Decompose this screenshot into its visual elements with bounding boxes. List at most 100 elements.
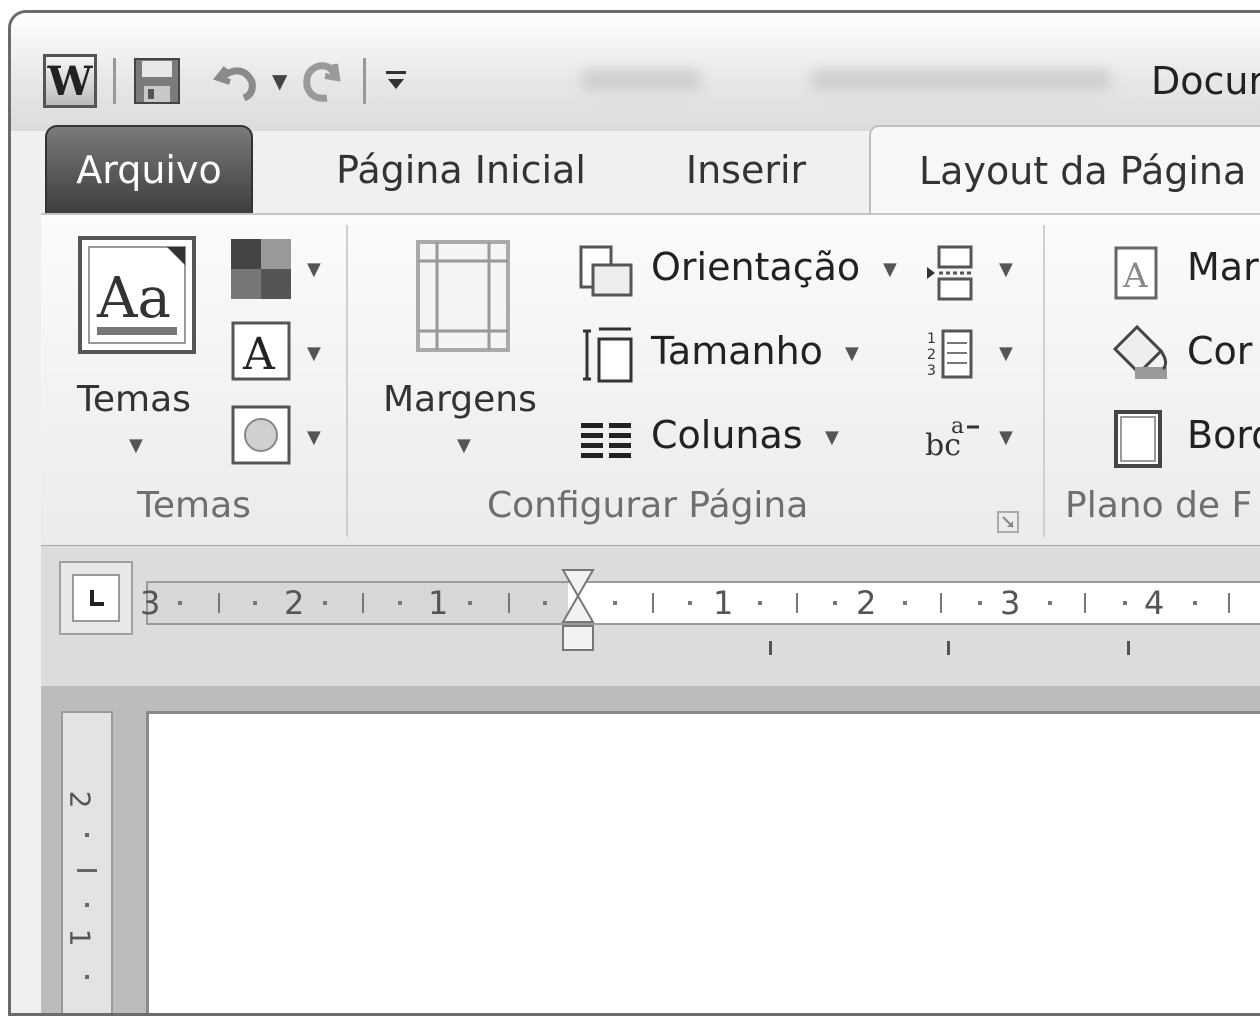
ruler-dot: [833, 601, 837, 605]
group-label-configurar-pagina: Configurar Página: [487, 485, 809, 526]
ruler-number: 2: [284, 584, 305, 622]
page-borders-icon[interactable]: [1113, 409, 1163, 469]
word-window: W ▼ Docur Arquivo Página Inicial Inserir…: [8, 10, 1260, 1016]
indent-marker-icon[interactable]: [561, 568, 595, 654]
vertical-ruler-number: 2: [63, 790, 97, 809]
save-icon[interactable]: [132, 56, 182, 106]
temas-dropdown-arrow[interactable]: ▼: [129, 435, 143, 456]
ruler-area: 3 2 1 1 2 3 4: [41, 546, 1260, 686]
colors-icon[interactable]: [231, 239, 291, 299]
group-label-plano-de-fundo: Plano de F: [1065, 485, 1253, 526]
ruler-dot: [398, 601, 402, 605]
orientacao-dropdown-arrow[interactable]: ▼: [883, 259, 897, 280]
colors-dropdown-arrow[interactable]: ▼: [307, 259, 321, 280]
margins-icon[interactable]: [415, 239, 511, 353]
vertical-ruler[interactable]: 2 1: [61, 711, 113, 1013]
marca-dagua-label[interactable]: Mar: [1187, 245, 1259, 289]
toolbar-separator: [363, 58, 367, 104]
ruler-dot: [1193, 601, 1197, 605]
ruler-tab-stop: [1127, 641, 1130, 655]
ruler-dot: [468, 601, 472, 605]
tab-pagina-inicial[interactable]: Página Inicial: [311, 125, 611, 215]
line-numbers-dropdown-arrow[interactable]: ▼: [999, 343, 1013, 364]
ruler-tick: [1228, 593, 1230, 613]
ruler-dot: [85, 903, 89, 907]
themes-icon[interactable]: Aa: [77, 235, 197, 355]
tab-selector-button[interactable]: [59, 561, 133, 635]
vertical-ruler-number: 1: [63, 928, 97, 947]
ruler-dot: [543, 601, 547, 605]
svg-text:Aa: Aa: [96, 266, 171, 331]
ruler-dot: [903, 601, 907, 605]
ruler-dot: [323, 601, 327, 605]
fonts-icon[interactable]: A: [231, 321, 291, 381]
hyphenation-dropdown-arrow[interactable]: ▼: [999, 427, 1013, 448]
tab-arquivo[interactable]: Arquivo: [45, 125, 253, 215]
ruler-tick: [218, 593, 220, 613]
colunas-label[interactable]: Colunas: [651, 413, 803, 457]
ruler-number: 4: [1144, 584, 1165, 622]
size-icon[interactable]: [581, 325, 637, 385]
colunas-dropdown-arrow[interactable]: ▼: [825, 427, 839, 448]
breaks-icon[interactable]: [925, 245, 975, 301]
orientacao-label[interactable]: Orientação: [651, 245, 860, 289]
word-app-icon[interactable]: W: [43, 54, 97, 108]
blurred-title-fragment: [811, 69, 1111, 91]
temas-button-label[interactable]: Temas: [77, 379, 191, 420]
horizontal-ruler[interactable]: 3 2 1 1 2 3 4: [140, 581, 1260, 625]
ruler-margin-shade: [148, 583, 568, 623]
ruler-tick: [796, 593, 798, 613]
customize-toolbar-icon[interactable]: [382, 61, 412, 101]
page-color-icon[interactable]: [1107, 323, 1171, 383]
bordas-de-pagina-label[interactable]: Bord: [1187, 413, 1260, 457]
page-setup-launcher-icon[interactable]: [997, 511, 1019, 533]
margens-dropdown-arrow[interactable]: ▼: [457, 435, 471, 456]
blurred-title-fragment: [581, 69, 701, 91]
ruler-dot: [85, 975, 89, 979]
svg-text:A: A: [242, 329, 276, 380]
ruler-number: 3: [140, 584, 161, 622]
svg-text:a: a: [951, 415, 964, 439]
orientation-icon[interactable]: [577, 245, 633, 301]
effects-dropdown-arrow[interactable]: ▼: [307, 427, 321, 448]
line-numbers-icon[interactable]: 1 2 3: [925, 327, 975, 383]
tamanho-dropdown-arrow[interactable]: ▼: [845, 343, 859, 364]
ruler-tab-stop: [947, 641, 950, 655]
ruler-tab-stop: [769, 641, 772, 655]
tab-inserir[interactable]: Inserir: [661, 125, 831, 215]
ruler-tick: [362, 593, 364, 613]
ruler-number: 3: [1000, 584, 1021, 622]
fonts-dropdown-arrow[interactable]: ▼: [307, 343, 321, 364]
group-label-temas: Temas: [137, 485, 251, 526]
ruler-dot: [1048, 601, 1052, 605]
title-bar: W ▼ Docur: [11, 13, 1260, 131]
ruler-dot: [978, 601, 982, 605]
document-area: 2 1: [41, 686, 1260, 1013]
redo-icon[interactable]: [297, 56, 347, 106]
ruler-dot: [688, 601, 692, 605]
tab-layout-da-pagina[interactable]: Layout da Página: [869, 125, 1260, 215]
columns-icon[interactable]: [581, 421, 633, 467]
ruler-tick: [508, 593, 510, 613]
svg-text:A: A: [1122, 256, 1148, 296]
ruler-dot: [85, 833, 89, 837]
left-tab-icon: [72, 574, 120, 622]
hyphenation-icon[interactable]: bc a: [925, 414, 981, 465]
ruler-number: 1: [713, 584, 734, 622]
effects-icon[interactable]: [231, 405, 291, 465]
tamanho-label[interactable]: Tamanho: [651, 329, 823, 373]
svg-text:2: 2: [927, 347, 936, 363]
ruler-dot: [178, 601, 182, 605]
document-page[interactable]: [146, 711, 1260, 1013]
ruler-number: 1: [428, 584, 449, 622]
ruler-dot: [1123, 601, 1127, 605]
watermark-icon[interactable]: A: [1113, 245, 1159, 301]
breaks-dropdown-arrow[interactable]: ▼: [999, 259, 1013, 280]
margens-button-label[interactable]: Margens: [383, 379, 537, 420]
window-title: Docur: [1151, 59, 1260, 103]
cor-da-pagina-label[interactable]: Cor: [1187, 329, 1252, 373]
undo-dropdown-arrow[interactable]: ▼: [272, 69, 287, 93]
ruler-tick: [940, 593, 942, 613]
undo-icon[interactable]: [212, 56, 262, 106]
group-separator: [1043, 225, 1045, 537]
